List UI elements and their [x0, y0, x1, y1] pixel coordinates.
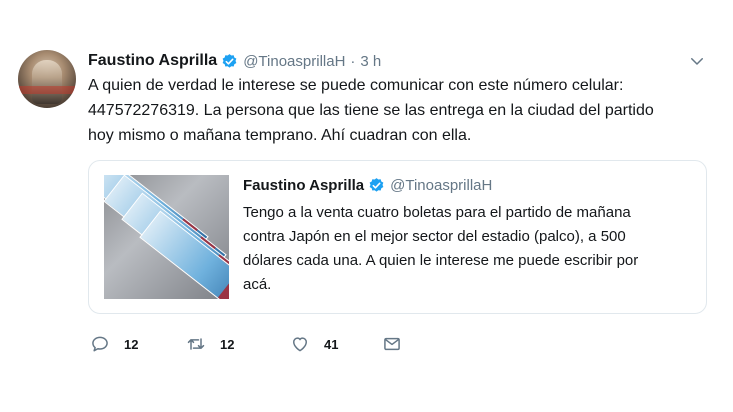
avatar-figure [32, 60, 62, 104]
avatar-stripe [18, 86, 76, 94]
tweet: Faustino Asprilla @TinoasprillaH · 3 h A… [0, 0, 733, 412]
tweet-text-line: hoy mismo o mañana temprano. Ahí cuadran… [88, 127, 472, 144]
like-button[interactable]: 41 [290, 334, 382, 354]
quoted-text-line: acá. [243, 276, 272, 293]
author-handle[interactable]: @TinoasprillaH [243, 53, 345, 70]
reply-button[interactable]: 12 [90, 334, 186, 354]
header-separator: · [350, 52, 356, 70]
quoted-author-handle[interactable]: @TinoasprillaH [390, 177, 492, 194]
verified-badge-icon [369, 178, 384, 192]
reply-icon [92, 336, 108, 352]
tweet-header: Faustino Asprilla @TinoasprillaH · 3 h [88, 50, 381, 72]
quoted-tweet-header: Faustino Asprilla @TinoasprillaH [243, 177, 492, 194]
chevron-down-icon[interactable] [688, 52, 706, 70]
quoted-tweet[interactable]: Faustino Asprilla @TinoasprillaH Tengo a… [88, 160, 707, 314]
author-name[interactable]: Faustino Asprilla [88, 52, 217, 70]
tweet-actions: 12 12 41 [90, 333, 402, 355]
retweet-icon [187, 338, 205, 350]
tweet-timestamp[interactable]: 3 h [360, 53, 381, 70]
tweet-text: A quien de verdad le interese se puede c… [88, 73, 698, 148]
retweet-count: 12 [220, 336, 235, 352]
like-icon [293, 337, 307, 352]
quoted-text-line: dólares cada una. A quien le interese me… [243, 252, 639, 269]
reply-count: 12 [124, 336, 139, 352]
quoted-tweet-text: Tengo a la venta cuatro boletas para el … [243, 201, 698, 297]
like-count: 41 [324, 336, 339, 352]
quoted-text-line: contra Japón en el mejor sector del esta… [243, 228, 626, 245]
direct-message-icon [384, 337, 400, 351]
verified-badge-icon [222, 53, 237, 68]
quoted-author-name[interactable]: Faustino Asprilla [243, 177, 364, 194]
avatar[interactable] [18, 50, 76, 108]
tweet-text-line: 447572276319. La persona que las tiene s… [88, 102, 654, 119]
quoted-tweet-image[interactable] [104, 175, 229, 299]
retweet-button[interactable]: 12 [186, 334, 290, 354]
tweet-text-line: A quien de verdad le interese se puede c… [88, 77, 624, 94]
direct-message-button[interactable] [382, 334, 402, 354]
quoted-text-line: Tengo a la venta cuatro boletas para el … [243, 204, 631, 221]
